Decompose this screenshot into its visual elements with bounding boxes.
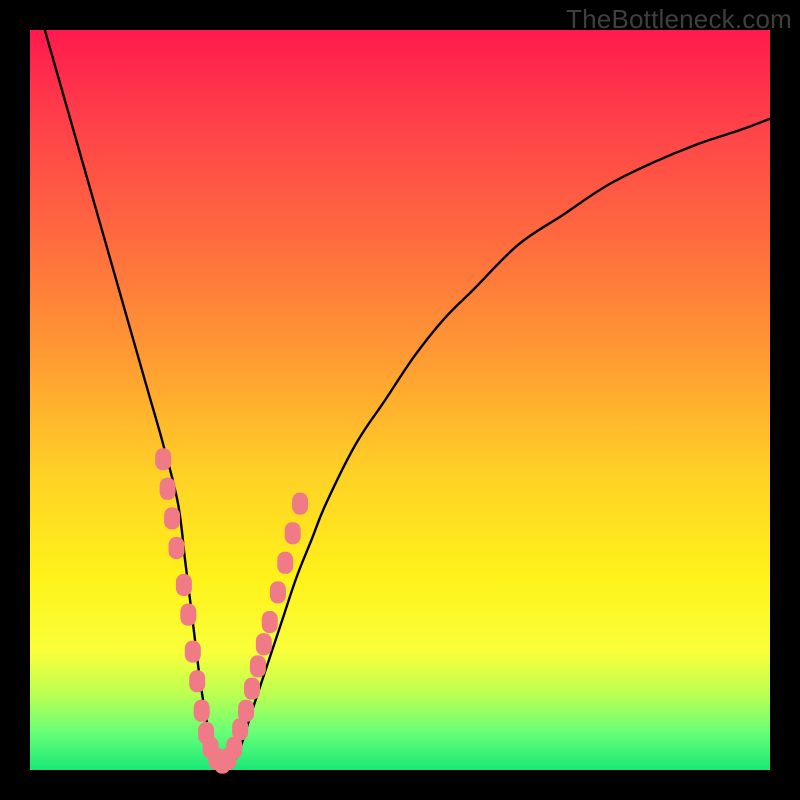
data-marker	[292, 493, 308, 515]
bottleneck-curve	[45, 30, 770, 770]
data-marker	[262, 611, 278, 633]
data-marker	[194, 700, 210, 722]
data-marker	[285, 522, 301, 544]
data-marker	[185, 641, 201, 663]
data-marker	[176, 574, 192, 596]
chart-svg	[30, 30, 770, 770]
data-marker	[180, 604, 196, 626]
data-marker	[169, 537, 185, 559]
data-marker	[270, 581, 286, 603]
chart-frame: TheBottleneck.com	[0, 0, 800, 800]
data-marker	[238, 700, 254, 722]
data-marker	[277, 552, 293, 574]
data-marker	[189, 670, 205, 692]
data-marker	[160, 478, 176, 500]
watermark-text: TheBottleneck.com	[566, 4, 792, 35]
data-marker	[244, 678, 260, 700]
chart-plot-area	[30, 30, 770, 770]
data-marker	[250, 655, 266, 677]
data-marker	[256, 633, 272, 655]
data-marker	[164, 507, 180, 529]
data-marker	[155, 448, 171, 470]
